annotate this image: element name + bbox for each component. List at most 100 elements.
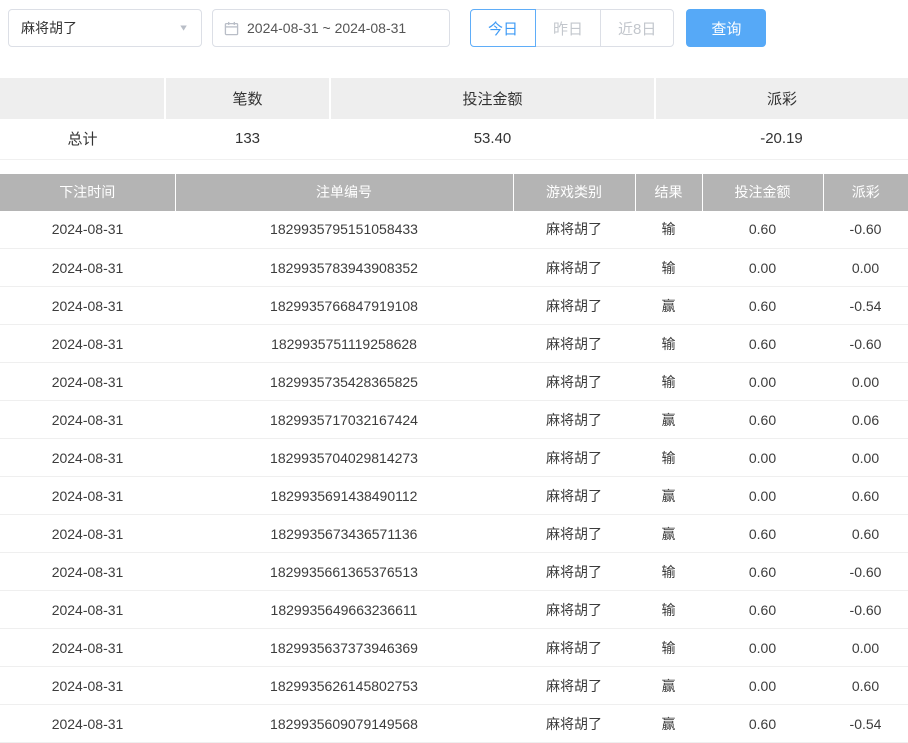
cell-payout: -0.60 (823, 325, 908, 363)
table-row: 2024-08-31 1829935661365376513 麻将胡了 输 0.… (0, 553, 908, 591)
calendar-icon (224, 21, 239, 36)
cell-bet-id: 1829935609079149568 (175, 705, 513, 743)
header-game-type: 游戏类别 (513, 174, 635, 211)
cell-bet-id: 1829935717032167424 (175, 401, 513, 439)
cell-bet-id: 1829935795151058433 (175, 211, 513, 249)
cell-bet-time: 2024-08-31 (0, 667, 175, 705)
toolbar: 麻将胡了 ▼ 2024-08-31 ~ 2024-08-31 今日 昨日 近8日… (0, 0, 908, 56)
table-row: 2024-08-31 1829935766847919108 麻将胡了 赢 0.… (0, 287, 908, 325)
cell-bet-id: 1829935766847919108 (175, 287, 513, 325)
cell-bet-id: 1829935637373946369 (175, 629, 513, 667)
last-8-days-button[interactable]: 近8日 (600, 9, 674, 47)
table-row: 2024-08-31 1829935649663236611 麻将胡了 输 0.… (0, 591, 908, 629)
cell-result: 输 (635, 325, 702, 363)
cell-bet-time: 2024-08-31 (0, 287, 175, 325)
cell-payout: -0.54 (823, 705, 908, 743)
summary-header-empty (0, 78, 165, 119)
cell-game-type: 麻将胡了 (513, 287, 635, 325)
cell-bet-time: 2024-08-31 (0, 553, 175, 591)
cell-result: 赢 (635, 515, 702, 553)
table-row: 2024-08-31 1829935637373946369 麻将胡了 输 0.… (0, 629, 908, 667)
cell-result: 赢 (635, 705, 702, 743)
cell-bet-time: 2024-08-31 (0, 363, 175, 401)
cell-bet-time: 2024-08-31 (0, 249, 175, 287)
cell-result: 输 (635, 591, 702, 629)
table-row: 2024-08-31 1829935609079149568 麻将胡了 赢 0.… (0, 705, 908, 743)
header-payout: 派彩 (823, 174, 908, 211)
cell-bet-id: 1829935673436571136 (175, 515, 513, 553)
cell-game-type: 麻将胡了 (513, 667, 635, 705)
cell-result: 输 (635, 249, 702, 287)
cell-payout: 0.00 (823, 249, 908, 287)
header-bet-time: 下注时间 (0, 174, 175, 211)
table-row: 2024-08-31 1829935626145802753 麻将胡了 赢 0.… (0, 667, 908, 705)
cell-game-type: 麻将胡了 (513, 363, 635, 401)
cell-payout: 0.00 (823, 439, 908, 477)
cell-payout: -0.60 (823, 591, 908, 629)
cell-game-type: 麻将胡了 (513, 629, 635, 667)
cell-bet-amount: 0.60 (702, 705, 823, 743)
cell-game-type: 麻将胡了 (513, 477, 635, 515)
cell-payout: -0.54 (823, 287, 908, 325)
cell-game-type: 麻将胡了 (513, 515, 635, 553)
chevron-down-icon: ▼ (178, 23, 189, 33)
cell-result: 赢 (635, 477, 702, 515)
summary-header-count: 笔数 (165, 78, 330, 119)
summary-count-value: 133 (165, 119, 330, 159)
cell-bet-id: 1829935704029814273 (175, 439, 513, 477)
table-row: 2024-08-31 1829935783943908352 麻将胡了 输 0.… (0, 249, 908, 287)
summary-header-bet-amount: 投注金额 (330, 78, 655, 119)
bets-table-header-row: 下注时间 注单编号 游戏类别 结果 投注金额 派彩 (0, 174, 908, 211)
cell-result: 输 (635, 629, 702, 667)
cell-game-type: 麻将胡了 (513, 705, 635, 743)
cell-bet-time: 2024-08-31 (0, 515, 175, 553)
cell-game-type: 麻将胡了 (513, 553, 635, 591)
cell-bet-amount: 0.00 (702, 363, 823, 401)
summary-header-payout: 派彩 (655, 78, 908, 119)
date-range-picker[interactable]: 2024-08-31 ~ 2024-08-31 (212, 9, 450, 47)
cell-bet-id: 1829935751119258628 (175, 325, 513, 363)
cell-bet-id: 1829935735428365825 (175, 363, 513, 401)
cell-payout: -0.60 (823, 553, 908, 591)
cell-bet-time: 2024-08-31 (0, 591, 175, 629)
cell-result: 赢 (635, 287, 702, 325)
cell-bet-amount: 0.00 (702, 249, 823, 287)
game-select[interactable]: 麻将胡了 ▼ (8, 9, 202, 47)
cell-bet-amount: 0.00 (702, 439, 823, 477)
cell-result: 输 (635, 439, 702, 477)
cell-bet-amount: 0.00 (702, 667, 823, 705)
date-range-value: 2024-08-31 ~ 2024-08-31 (247, 20, 406, 36)
summary-total-label: 总计 (0, 119, 165, 159)
cell-bet-time: 2024-08-31 (0, 629, 175, 667)
cell-result: 输 (635, 211, 702, 249)
header-result: 结果 (635, 174, 702, 211)
cell-payout: -0.60 (823, 211, 908, 249)
cell-game-type: 麻将胡了 (513, 249, 635, 287)
cell-bet-id: 1829935691438490112 (175, 477, 513, 515)
cell-bet-amount: 0.60 (702, 211, 823, 249)
cell-result: 输 (635, 553, 702, 591)
yesterday-button[interactable]: 昨日 (535, 9, 601, 47)
cell-payout: 0.60 (823, 667, 908, 705)
cell-game-type: 麻将胡了 (513, 211, 635, 249)
table-row: 2024-08-31 1829935691438490112 麻将胡了 赢 0.… (0, 477, 908, 515)
cell-bet-time: 2024-08-31 (0, 705, 175, 743)
cell-bet-amount: 0.60 (702, 591, 823, 629)
today-button[interactable]: 今日 (470, 9, 536, 47)
bets-table: 下注时间 注单编号 游戏类别 结果 投注金额 派彩 2024-08-31 182… (0, 174, 908, 743)
cell-bet-time: 2024-08-31 (0, 211, 175, 249)
table-row: 2024-08-31 1829935673436571136 麻将胡了 赢 0.… (0, 515, 908, 553)
cell-payout: 0.60 (823, 477, 908, 515)
search-button[interactable]: 查询 (686, 9, 766, 47)
cell-bet-amount: 0.60 (702, 553, 823, 591)
table-row: 2024-08-31 1829935751119258628 麻将胡了 输 0.… (0, 325, 908, 363)
cell-bet-id: 1829935783943908352 (175, 249, 513, 287)
cell-game-type: 麻将胡了 (513, 325, 635, 363)
summary-bet-amount-value: 53.40 (330, 119, 655, 159)
cell-bet-time: 2024-08-31 (0, 439, 175, 477)
cell-bet-id: 1829935626145802753 (175, 667, 513, 705)
header-bet-id: 注单编号 (175, 174, 513, 211)
cell-bet-amount: 0.60 (702, 325, 823, 363)
cell-bet-time: 2024-08-31 (0, 477, 175, 515)
cell-bet-amount: 0.00 (702, 629, 823, 667)
